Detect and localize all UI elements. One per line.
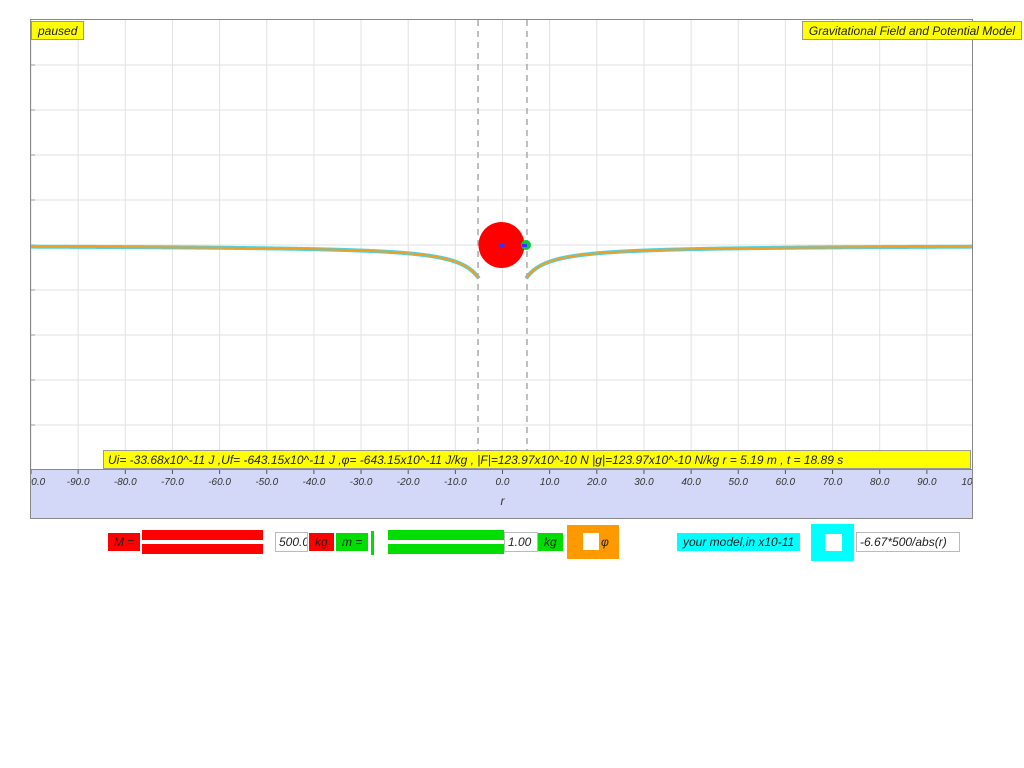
axis-tick-label: 0.0 — [496, 477, 510, 488]
potential-curve-left — [31, 245, 480, 279]
model-toggle[interactable] — [811, 524, 854, 561]
axis-tick-label: -100.0 — [31, 477, 46, 488]
readout-panel: Ui= -33.68x10^-11 J ,Uf= -643.15x10^-11 … — [103, 450, 971, 469]
r-axis: -100.0 -90.0 -80.0 -70.0 -60.0 -50.0 -40.0 -30.… — [30, 470, 973, 519]
potential-curve-right — [525, 245, 972, 279]
potential-curve-left-outline — [31, 244, 481, 280]
model-expression-field[interactable]: -6.67*500/abs(r) — [856, 532, 960, 552]
small-mass-force-arrow — [521, 244, 527, 247]
control-panel: M = 500.00 kg m = 1.00 kg φ your model,i… — [30, 521, 985, 563]
axis-tick-label: 80.0 — [870, 477, 890, 488]
mass-m-slider[interactable] — [388, 530, 504, 554]
axis-tick-label: -50.0 — [255, 477, 278, 488]
mass-m-field[interactable]: 1.00 — [504, 532, 538, 552]
mass-m-slider-handle[interactable] — [371, 531, 374, 555]
axis-tick-label: -60.0 — [208, 477, 231, 488]
potential-plot[interactable] — [31, 20, 973, 470]
axis-tick-label: -20.0 — [397, 477, 420, 488]
mass-M-field[interactable]: 500.00 — [275, 532, 308, 552]
r-axis-ticks: -100.0 -90.0 -80.0 -70.0 -60.0 -50.0 -40.0 -30.… — [31, 470, 973, 508]
mass-m-unit: kg — [538, 533, 563, 551]
phi-toggle[interactable]: φ — [567, 525, 619, 559]
axis-tick-label: 50.0 — [729, 477, 749, 488]
model-checkbox[interactable] — [825, 534, 842, 551]
axis-tick-label: 40.0 — [681, 477, 701, 488]
axis-tick-label: 60.0 — [776, 477, 796, 488]
mass-M-slider[interactable] — [142, 530, 263, 554]
axis-tick-label: -90.0 — [67, 477, 90, 488]
phi-checkbox[interactable] — [583, 533, 599, 550]
axis-tick-label: -10.0 — [444, 477, 467, 488]
axis-tick-label: -80.0 — [114, 477, 137, 488]
mass-M-unit: kg — [309, 533, 334, 551]
axis-tick-label: 10.0 — [540, 477, 560, 488]
axis-tick-label: 70.0 — [823, 477, 843, 488]
mass-M-label: M = — [108, 533, 141, 551]
potential-curve-right-outline — [524, 244, 972, 280]
axis-tick-label: 30.0 — [634, 477, 654, 488]
axis-tick-label: -40.0 — [303, 477, 326, 488]
axis-title: r — [501, 494, 506, 508]
mass-m-slider-track[interactable] — [388, 540, 504, 544]
simulation-title: Gravitational Field and Potential Model — [801, 21, 1022, 40]
plot-area[interactable] — [30, 19, 973, 470]
axis-tick-label: -30.0 — [350, 477, 373, 488]
status-label[interactable]: paused — [31, 21, 85, 40]
axis-tick-label: 90.0 — [917, 477, 937, 488]
phi-label: φ — [601, 535, 609, 549]
axis-tick-label: -70.0 — [161, 477, 184, 488]
big-mass-center-marker — [499, 244, 505, 247]
model-label: your model,in x10-11 — [677, 533, 801, 551]
axis-tick-label: 20.0 — [586, 477, 607, 488]
mass-m-label: m = — [336, 533, 369, 551]
axis-tick-label: 100.0 — [961, 477, 973, 488]
mass-M-slider-track[interactable] — [142, 540, 263, 544]
